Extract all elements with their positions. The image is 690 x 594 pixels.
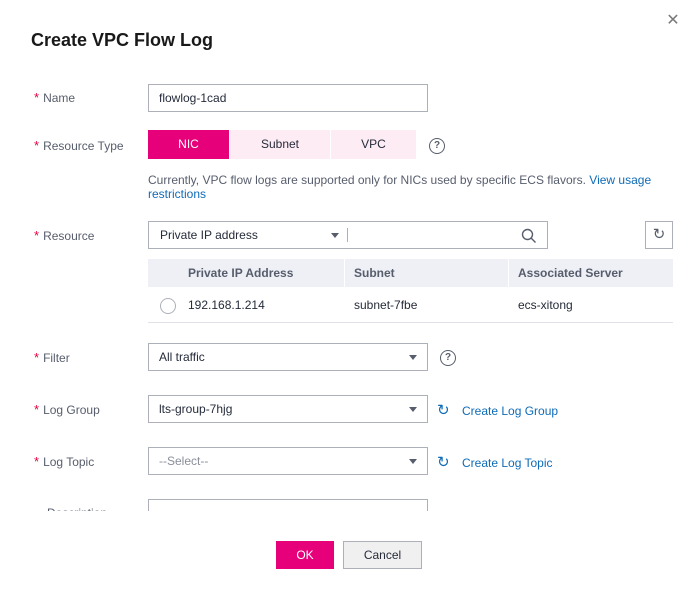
search-type-select[interactable]: Private IP address: [160, 222, 258, 248]
resource-type-vpc[interactable]: VPC: [331, 130, 416, 159]
filter-label: * Filter: [34, 350, 70, 365]
resource-type-label-text: Resource Type: [43, 139, 124, 153]
row-radio[interactable]: [160, 298, 176, 314]
log-topic-select[interactable]: --Select--: [148, 447, 428, 475]
help-icon[interactable]: ?: [429, 138, 445, 154]
refresh-button[interactable]: ↻: [645, 221, 673, 249]
search-icon[interactable]: [521, 228, 537, 244]
log-group-select[interactable]: lts-group-7hjg: [148, 395, 428, 423]
resource-type-label: * Resource Type: [34, 138, 124, 153]
resource-type-subnet[interactable]: Subnet: [230, 130, 330, 159]
scroll-clip: [0, 511, 690, 541]
row-server-link[interactable]: ecs-xitong: [518, 288, 573, 322]
column-private-ip: Private IP Address: [188, 266, 294, 280]
ok-button[interactable]: OK: [276, 541, 334, 569]
required-mark: *: [34, 90, 40, 105]
required-mark: *: [34, 138, 40, 153]
name-label: * Name: [34, 90, 75, 105]
hint-text: Currently, VPC flow logs are supported o…: [148, 173, 586, 187]
filter-select[interactable]: All traffic: [148, 343, 428, 371]
create-log-topic-link[interactable]: Create Log Topic: [462, 456, 553, 470]
resource-type-nic[interactable]: NIC: [148, 130, 229, 159]
help-icon[interactable]: ?: [440, 350, 456, 366]
filter-label-text: Filter: [43, 351, 70, 365]
chevron-down-icon[interactable]: [409, 355, 417, 360]
refresh-icon[interactable]: ↻: [437, 453, 450, 471]
row-subnet: subnet-7fbe: [354, 298, 418, 312]
log-topic-label: * Log Topic: [34, 454, 94, 469]
required-mark: *: [34, 228, 40, 243]
required-mark: *: [34, 454, 40, 469]
name-label-text: Name: [43, 91, 76, 105]
search-divider: [347, 228, 348, 242]
filter-value: All traffic: [159, 350, 205, 364]
create-log-group-link[interactable]: Create Log Group: [462, 404, 558, 418]
column-divider: [344, 259, 345, 287]
required-mark: *: [34, 402, 40, 417]
column-divider: [508, 259, 509, 287]
column-associated-server: Associated Server: [518, 266, 623, 280]
row-private-ip: 192.168.1.214: [188, 298, 265, 312]
chevron-down-icon[interactable]: [409, 407, 417, 412]
resource-search-box: Private IP address: [148, 221, 548, 249]
chevron-down-icon[interactable]: [409, 459, 417, 464]
chevron-down-icon[interactable]: [331, 233, 339, 238]
table-header: Private IP Address Subnet Associated Ser…: [148, 259, 673, 287]
log-topic-value: --Select--: [159, 454, 209, 468]
log-group-label: * Log Group: [34, 402, 100, 417]
log-group-value: lts-group-7hjg: [159, 402, 233, 416]
column-subnet: Subnet: [354, 266, 395, 280]
required-mark: *: [34, 350, 40, 365]
log-topic-label-text: Log Topic: [43, 455, 95, 469]
resource-type-hint: Currently, VPC flow logs are supported o…: [148, 173, 678, 201]
resource-label-text: Resource: [43, 229, 95, 243]
dialog-title: Create VPC Flow Log: [31, 30, 214, 50]
cancel-button[interactable]: Cancel: [343, 541, 422, 569]
refresh-icon[interactable]: ↻: [437, 401, 450, 419]
log-group-label-text: Log Group: [43, 403, 100, 417]
table-row[interactable]: 192.168.1.214 subnet-7fbe ecs-xitong: [148, 288, 673, 323]
close-icon[interactable]: ✕: [664, 12, 682, 30]
resource-label: * Resource: [34, 228, 94, 243]
name-input[interactable]: flowlog-1cad: [148, 84, 428, 112]
